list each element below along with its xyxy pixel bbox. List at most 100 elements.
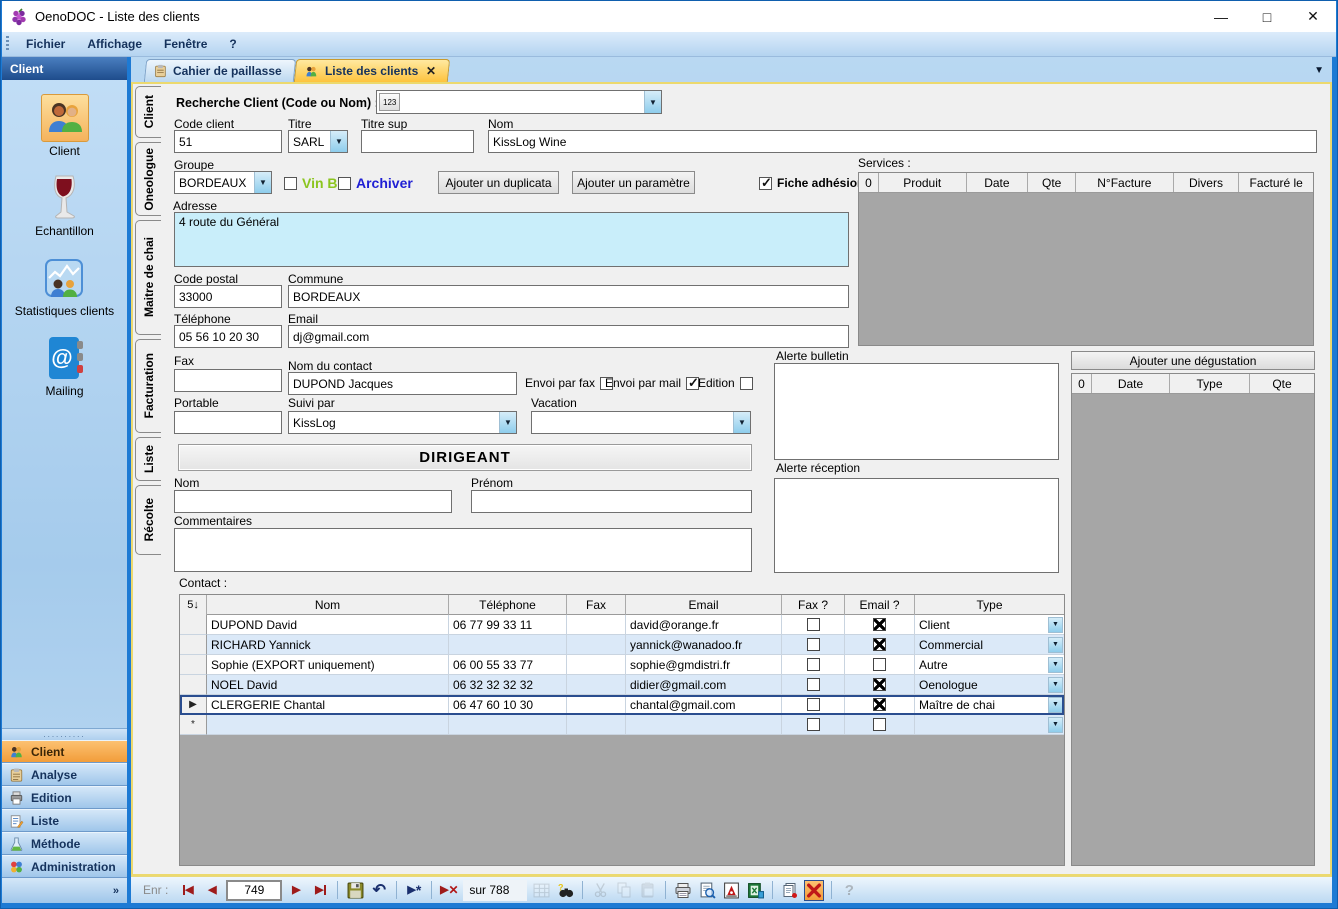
find-button[interactable]: ? <box>555 880 575 901</box>
contact-type-cell[interactable]: Oenologue▼ <box>915 675 1064 695</box>
code-client-field[interactable]: 51 <box>174 130 282 153</box>
contact-col-fax-chk[interactable]: Fax ? <box>782 595 845 615</box>
contact-fax-cell[interactable] <box>567 695 626 715</box>
telephone-field[interactable]: 05 56 10 20 30 <box>174 325 282 348</box>
print-preview-button[interactable] <box>697 880 717 901</box>
contact-count-sort-header[interactable]: 5↓ <box>180 595 207 615</box>
contact-email-cell[interactable] <box>626 715 782 735</box>
contact-email-checkbox[interactable] <box>845 655 915 675</box>
contact-type-cell[interactable]: Autre▼ <box>915 655 1064 675</box>
contact-nom-cell[interactable]: DUPOND David <box>207 615 449 635</box>
contact-tel-cell[interactable] <box>449 635 567 655</box>
groupe-combo[interactable]: BORDEAUX▼ <box>174 171 272 194</box>
chevron-down-icon[interactable]: ▼ <box>733 412 750 433</box>
row-marker[interactable]: ▶ <box>180 695 207 715</box>
contact-type-cell[interactable]: Maître de chai▼ <box>915 695 1064 715</box>
contact-nom-cell[interactable]: Sophie (EXPORT uniquement) <box>207 655 449 675</box>
copy-button[interactable] <box>614 880 634 901</box>
contact-type-cell[interactable]: ▼ <box>915 715 1064 735</box>
nav-button-administration[interactable]: Administration <box>2 855 127 878</box>
code-postal-field[interactable]: 33000 <box>174 285 282 308</box>
help-button[interactable]: ? <box>839 880 859 901</box>
contact-nom-cell[interactable]: RICHARD Yannick <box>207 635 449 655</box>
menu-help[interactable]: ? <box>218 34 247 54</box>
archiver-checkbox-box[interactable] <box>338 177 351 190</box>
save-record-button[interactable] <box>345 880 365 901</box>
alerte-reception-textarea[interactable] <box>774 478 1059 573</box>
chevron-down-icon[interactable]: ▼ <box>1048 677 1063 693</box>
contact-tel-cell[interactable]: 06 32 32 32 32 <box>449 675 567 695</box>
menu-fichier[interactable]: Fichier <box>15 34 76 54</box>
contact-email-checkbox[interactable] <box>845 675 915 695</box>
contact-email-cell[interactable]: david@orange.fr <box>626 615 782 635</box>
fiche-adhesion-checkbox[interactable]: Fiche adhésion <box>759 176 864 190</box>
contact-col-fax[interactable]: Fax <box>567 595 626 615</box>
degustation-col-date[interactable]: Date <box>1092 374 1170 393</box>
previous-record-button[interactable]: ◀ <box>202 880 222 901</box>
contact-tel-cell[interactable]: 06 47 60 10 30 <box>449 695 567 715</box>
fiche-adhesion-checkbox-box[interactable] <box>759 177 772 190</box>
contact-fax-checkbox[interactable] <box>782 615 845 635</box>
contact-col-type[interactable]: Type <box>915 595 1064 615</box>
chevron-down-icon[interactable]: ▼ <box>1048 617 1063 633</box>
contact-fax-checkbox[interactable] <box>782 675 845 695</box>
contact-fax-cell[interactable] <box>567 635 626 655</box>
contact-type-cell[interactable]: Commercial▼ <box>915 635 1064 655</box>
delete-record-button[interactable]: ▶✕ <box>439 880 459 901</box>
adresse-textarea[interactable]: 4 route du Général <box>174 212 849 267</box>
nav-button-edition[interactable]: Edition <box>2 786 127 809</box>
sidebar-item-echantillon[interactable]: Echantillon <box>35 174 94 238</box>
maximize-button[interactable]: □ <box>1244 1 1290 32</box>
nav-button-analyse[interactable]: Analyse <box>2 763 127 786</box>
sidebar-item-mailing[interactable]: @ Mailing <box>41 334 89 398</box>
edition-checkbox-box[interactable] <box>740 377 753 390</box>
record-number-input[interactable]: 749 <box>226 880 282 901</box>
contact-fax-checkbox[interactable] <box>782 635 845 655</box>
contact-fax-cell[interactable] <box>567 675 626 695</box>
contact-fax-cell[interactable] <box>567 615 626 635</box>
contact-email-checkbox[interactable] <box>845 715 915 735</box>
nav-button-liste[interactable]: Liste <box>2 809 127 832</box>
paste-button[interactable] <box>638 880 658 901</box>
alerte-bulletin-textarea[interactable] <box>774 363 1059 460</box>
nav-button-client[interactable]: Client <box>2 740 127 763</box>
chevron-down-icon[interactable]: ▼ <box>644 91 661 113</box>
last-record-button[interactable]: ▶ <box>310 880 330 901</box>
contact-email-cell[interactable]: didier@gmail.com <box>626 675 782 695</box>
tab-liste-des-clients[interactable]: Liste des clients ✕ <box>294 59 451 82</box>
vtab-liste[interactable]: Liste <box>135 437 161 481</box>
row-marker[interactable] <box>180 675 207 695</box>
new-record-button[interactable]: ▶* <box>404 880 424 901</box>
services-col-divers[interactable]: Divers <box>1174 173 1240 192</box>
contact-row[interactable]: RICHARD Yannickyannick@wanadoo.frCommerc… <box>180 635 1064 655</box>
nom-field[interactable]: KissLog Wine <box>488 130 1317 153</box>
vtab-recolte[interactable]: Récolte <box>135 485 161 555</box>
chevron-down-icon[interactable]: ▼ <box>1048 657 1063 673</box>
suivi-par-combo[interactable]: KissLog▼ <box>288 411 517 434</box>
vtab-maitre-de-chai[interactable]: Maitre de chai <box>135 220 161 335</box>
contact-fax-cell[interactable] <box>567 655 626 675</box>
dirigeant-prenom-field[interactable] <box>471 490 752 513</box>
duplicate-pages-button[interactable] <box>780 880 800 901</box>
contact-col-telephone[interactable]: Téléphone <box>449 595 567 615</box>
contact-nom-cell[interactable]: CLERGERIE Chantal <box>207 695 449 715</box>
tab-cahier-de-paillasse[interactable]: Cahier de paillasse <box>144 59 296 82</box>
next-record-button[interactable]: ▶ <box>286 880 306 901</box>
contact-col-email[interactable]: Email <box>626 595 782 615</box>
chevron-down-icon[interactable]: ▼ <box>499 412 516 433</box>
row-marker[interactable] <box>180 635 207 655</box>
print-button[interactable] <box>673 880 693 901</box>
commune-field[interactable]: BORDEAUX <box>288 285 849 308</box>
menu-fenetre[interactable]: Fenêtre <box>153 34 218 54</box>
tab-close-icon[interactable]: ✕ <box>426 64 436 78</box>
contact-col-email-chk[interactable]: Email ? <box>845 595 915 615</box>
archiver-checkbox[interactable]: Archiver <box>338 175 413 191</box>
edition-checkbox[interactable]: Edition <box>698 376 753 390</box>
contact-type-cell[interactable]: Client▼ <box>915 615 1064 635</box>
undo-button[interactable]: ↶ <box>369 880 389 901</box>
contact-nom-cell[interactable] <box>207 715 449 735</box>
contact-fax-checkbox[interactable] <box>782 655 845 675</box>
ajouter-duplicata-button[interactable]: Ajouter un duplicata <box>438 171 559 194</box>
ajouter-parametre-button[interactable]: Ajouter un paramètre <box>572 171 695 194</box>
sidebar-item-client[interactable]: Client <box>41 94 89 158</box>
